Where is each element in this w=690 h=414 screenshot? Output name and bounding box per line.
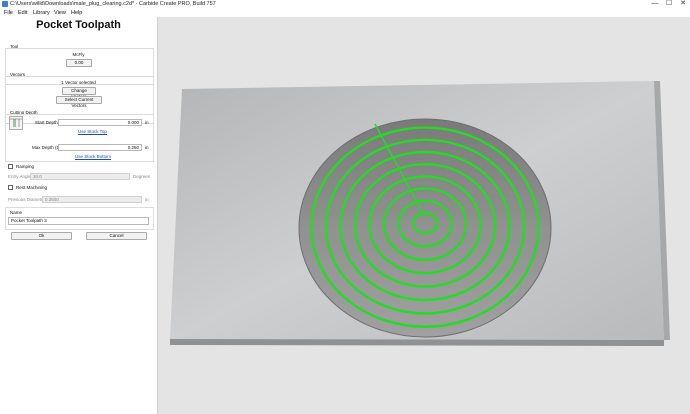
ramping-label: Ramping	[16, 164, 35, 169]
entry-angle-unit: Degrees	[133, 174, 151, 179]
maximize-button[interactable]: ☐	[662, 0, 676, 9]
use-stock-bottom-link[interactable]: Use Stock Bottom	[75, 154, 111, 159]
menu-bar: File Edit Library View Help	[0, 9, 690, 17]
menu-library[interactable]: Library	[33, 10, 50, 16]
ramping-checkbox[interactable]	[8, 164, 13, 169]
previous-diameter-input[interactable]: 0.2500	[42, 196, 142, 203]
select-current-vectors-button[interactable]: Select Current Vectors	[56, 96, 102, 108]
entry-angle-input[interactable]: 30.0	[30, 173, 130, 180]
3d-viewport[interactable]	[158, 17, 690, 414]
app-icon	[2, 1, 8, 7]
title-bar: C:\Users\willd\Downloads\male_plug_clear…	[0, 0, 690, 9]
cancel-button[interactable]: Cancel	[86, 232, 147, 240]
start-depth-input[interactable]: 0.000	[58, 119, 142, 126]
pocket-toolpath-panel: Pocket Toolpath Tool McFly 0.00 Vectors …	[0, 17, 158, 414]
use-stock-top-link[interactable]: Use Stock Top	[78, 129, 107, 134]
rest-machining-label: Rest Machining	[16, 185, 48, 190]
depth-diagram-icon	[9, 116, 23, 130]
window-title: C:\Users\willd\Downloads\male_plug_clear…	[10, 1, 216, 7]
previous-diameter-label: Previous Diameter	[8, 197, 46, 202]
tool-name: McFly	[72, 52, 85, 57]
max-depth-input[interactable]: 0.250	[58, 144, 142, 151]
change-vectors-button[interactable]: Change Vectors	[62, 87, 96, 99]
panel-title: Pocket Toolpath	[36, 19, 121, 31]
menu-edit[interactable]: Edit	[18, 10, 27, 16]
max-depth-unit: in	[145, 145, 149, 150]
vectors-selected-text: 1 Vector selected	[61, 80, 96, 85]
close-button[interactable]: ✕	[676, 0, 690, 9]
ok-button[interactable]: Ok	[11, 232, 72, 240]
entry-angle-label: Entry Angle	[8, 174, 32, 179]
stock-preview	[170, 81, 670, 346]
stock-front-face	[170, 339, 664, 346]
menu-file[interactable]: File	[4, 10, 13, 16]
previous-diameter-unit: in	[145, 197, 149, 202]
menu-help[interactable]: Help	[71, 10, 82, 16]
start-depth-unit: in	[145, 120, 149, 125]
tool-select-button[interactable]: 0.00	[66, 59, 92, 67]
rest-machining-checkbox[interactable]	[8, 185, 13, 190]
menu-view[interactable]: View	[54, 10, 66, 16]
minimize-button[interactable]: —	[648, 0, 662, 9]
toolpath-name-input[interactable]: Pocket Toolpath 3	[8, 217, 149, 225]
max-depth-label: Max Depth (D)	[32, 145, 62, 150]
